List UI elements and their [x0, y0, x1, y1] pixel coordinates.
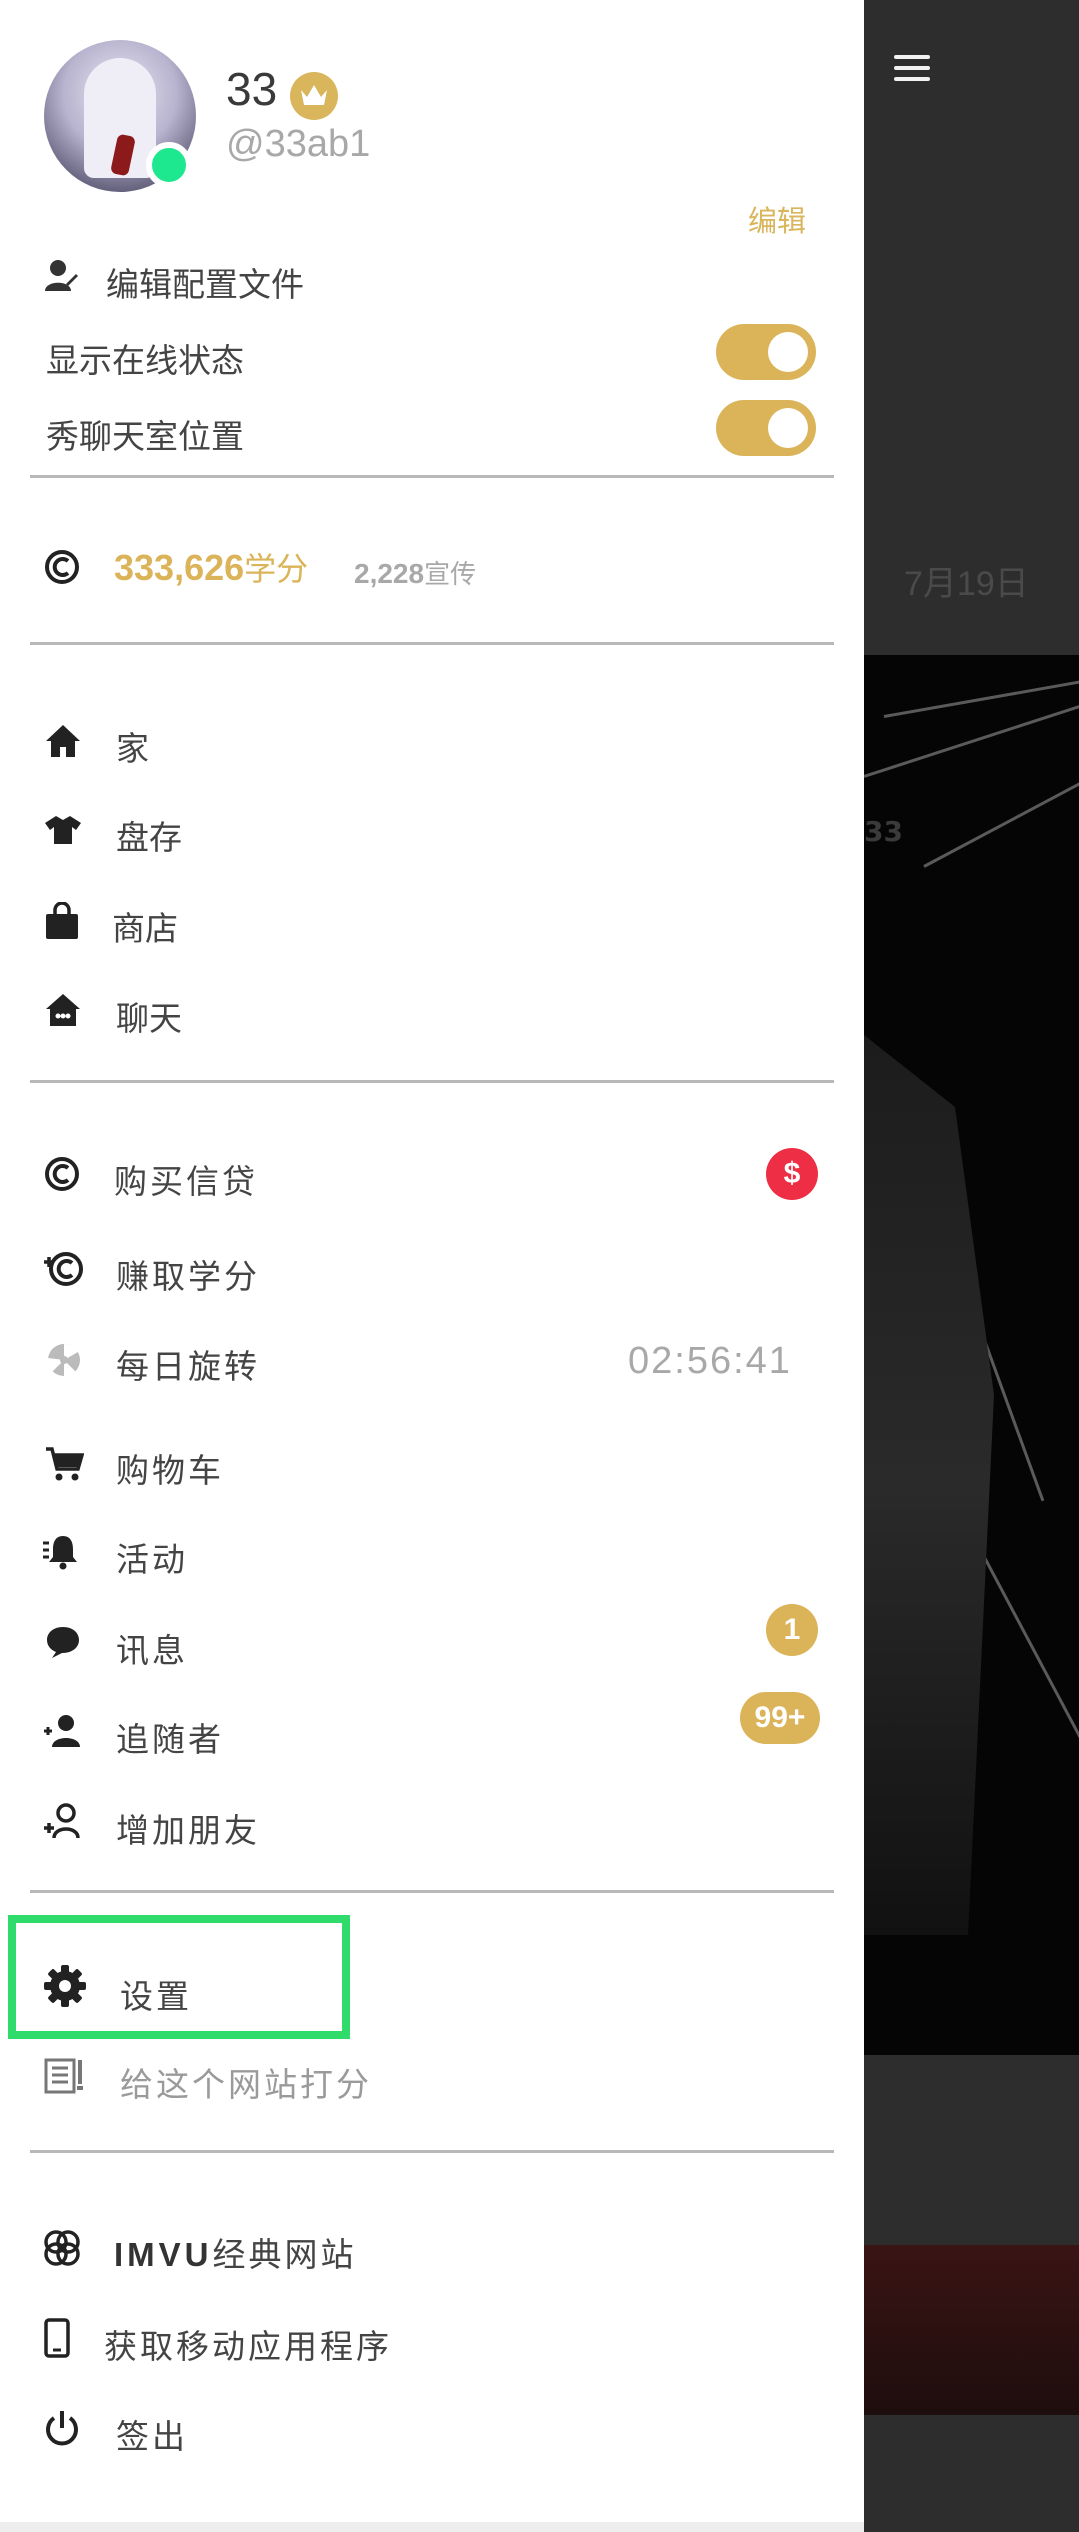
- credits-value: 333,626: [114, 547, 245, 588]
- imvu-brand-text: IMVU: [114, 2236, 213, 2273]
- followers-icon: [42, 1713, 84, 1753]
- divider: [30, 1080, 834, 1083]
- divider: [30, 642, 834, 645]
- show-chat-location-label: 秀聊天室位置: [46, 417, 244, 456]
- nav-chat[interactable]: 聊天: [116, 992, 182, 1040]
- background-photo: 33: [864, 655, 1079, 2055]
- promo-unit: 宣传: [424, 559, 477, 589]
- nav-inventory[interactable]: 盘存: [116, 811, 182, 859]
- background-app: 7月19日 33: [864, 0, 1079, 2532]
- classic-site-text: 经典网站: [212, 2235, 357, 2274]
- shirt-icon: [44, 814, 82, 850]
- show-chat-location-toggle[interactable]: [716, 400, 816, 456]
- daily-spin-timer: 02:56:41: [628, 1340, 792, 1382]
- followers-badge: 99+: [740, 1692, 820, 1744]
- buy-credits-icon: [44, 1156, 80, 1196]
- user-handle: @33ab1: [226, 123, 371, 165]
- nav-shop[interactable]: 商店: [112, 902, 178, 950]
- sign-out-link[interactable]: 签出: [116, 2410, 188, 2458]
- shopping-bag-icon: [44, 901, 80, 944]
- add-friends-link[interactable]: 增加朋友: [116, 1804, 260, 1852]
- rate-site-icon: [44, 2058, 86, 2098]
- divider: [30, 2150, 834, 2153]
- settings-highlight: [8, 1915, 350, 2039]
- daily-spin-link[interactable]: 每日旋转: [116, 1340, 260, 1388]
- vip-crown-icon: [290, 72, 338, 120]
- online-status-indicator: [146, 142, 192, 188]
- earn-credits-link[interactable]: 赚取学分: [116, 1250, 260, 1298]
- mobile-phone-icon: [44, 2318, 70, 2362]
- imvu-logo-icon: [42, 2228, 82, 2272]
- messages-link[interactable]: 讯息: [116, 1624, 188, 1672]
- show-online-label: 显示在线状态: [46, 341, 244, 380]
- chat-room-icon: [44, 992, 82, 1032]
- edit-button[interactable]: 编辑: [748, 198, 806, 240]
- divider: [30, 475, 834, 478]
- edit-profile-link[interactable]: 编辑配置文件: [106, 258, 304, 306]
- rate-site-link[interactable]: 给这个网站打分: [120, 2058, 372, 2106]
- edit-profile-icon: [44, 258, 78, 298]
- hamburger-menu-icon[interactable]: [894, 55, 934, 83]
- credits-balance: 333,626学分: [114, 544, 308, 590]
- promo-balance: 2,228宣传: [354, 554, 476, 591]
- get-mobile-app-link[interactable]: 获取移动应用程序: [104, 2320, 392, 2368]
- show-online-toggle[interactable]: [716, 324, 816, 380]
- bottom-bar: [0, 2522, 864, 2532]
- divider: [30, 1890, 834, 1893]
- background-date: 7月19日: [904, 565, 1029, 603]
- messages-badge: 1: [766, 1604, 818, 1656]
- messages-icon: [44, 1624, 82, 1664]
- buy-credits-link[interactable]: 购买信贷: [114, 1155, 258, 1203]
- credits-icon: [44, 549, 80, 589]
- side-drawer: 33 @33ab1 编辑 编辑配置文件 显示在线状态 秀聊天室位置 333,62…: [0, 0, 864, 2532]
- home-icon: [44, 723, 82, 763]
- earn-credits-icon: [42, 1250, 84, 1292]
- promo-value: 2,228: [354, 558, 425, 589]
- buy-credits-badge: $: [766, 1148, 818, 1200]
- credits-unit: 学分: [244, 551, 309, 587]
- cart-icon: [44, 1445, 85, 1487]
- username: 33: [226, 63, 278, 115]
- cart-link[interactable]: 购物车: [116, 1444, 224, 1492]
- add-friend-icon: [42, 1802, 84, 1846]
- activity-link[interactable]: 活动: [116, 1533, 188, 1581]
- followers-link[interactable]: 追随者: [116, 1713, 224, 1761]
- background-photo-tag: 33: [864, 815, 903, 848]
- power-icon: [42, 2408, 82, 2452]
- classic-site-link[interactable]: IMVU经典网站: [114, 2228, 357, 2276]
- activity-bell-icon: [42, 1533, 84, 1575]
- daily-spin-icon: [46, 1342, 82, 1382]
- nav-home[interactable]: 家: [116, 722, 149, 770]
